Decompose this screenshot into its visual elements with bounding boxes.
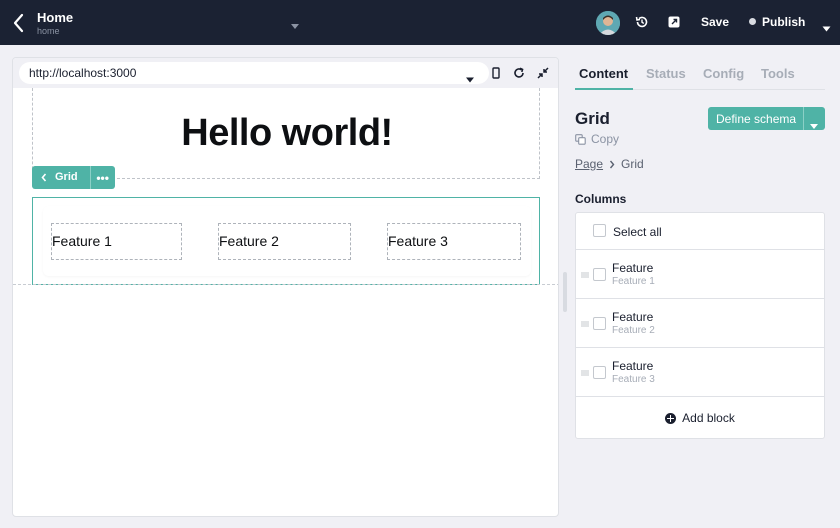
chevron-right-icon: [609, 160, 615, 168]
publish-button[interactable]: Publish: [762, 15, 805, 29]
mobile-device-icon: [492, 67, 500, 79]
feature-label: Feature 2: [219, 233, 279, 249]
panel-resize-handle[interactable]: [563, 272, 567, 312]
button-divider: [803, 107, 804, 130]
collapse-button[interactable]: [537, 66, 549, 79]
copy-icon: [575, 133, 586, 145]
chevron-left-icon: [41, 173, 47, 182]
caret-down-icon: [291, 24, 299, 29]
preview-canvas: http://localhost:3000 Hello world! Grid …: [12, 57, 559, 517]
page-slug: home: [37, 26, 60, 36]
device-toggle-button[interactable]: [492, 66, 500, 79]
add-block-label: Add block: [682, 411, 735, 425]
select-all-row[interactable]: Select all: [576, 213, 824, 250]
tab-status[interactable]: Status: [646, 66, 686, 81]
feature-item[interactable]: Feature 2: [218, 223, 351, 260]
reload-icon: [514, 67, 524, 78]
breadcrumb-page[interactable]: Page: [575, 157, 603, 171]
top-bar: Home home Save Publish: [0, 0, 840, 45]
copy-label: Copy: [591, 132, 620, 146]
caret-down-icon: [466, 77, 474, 83]
columns-label: Columns: [575, 192, 627, 206]
select-all-checkbox[interactable]: [593, 224, 606, 237]
define-schema-label: Define schema: [716, 112, 797, 126]
breadcrumb-current: Grid: [621, 157, 644, 171]
tab-content[interactable]: Content: [579, 66, 628, 81]
item-title: Feature: [612, 359, 654, 373]
item-checkbox[interactable]: [593, 317, 606, 330]
feature-item[interactable]: Feature 1: [51, 223, 182, 260]
drag-handle-icon[interactable]: [581, 370, 589, 376]
schema-menu-button[interactable]: [810, 116, 818, 129]
history-icon: [635, 16, 648, 28]
save-button[interactable]: Save: [701, 15, 729, 29]
define-schema-button[interactable]: Define schema: [708, 107, 825, 130]
avatar[interactable]: [596, 11, 620, 35]
item-checkbox[interactable]: [593, 366, 606, 379]
publish-menu-button[interactable]: [822, 19, 831, 32]
list-item[interactable]: Feature Feature 2: [576, 299, 824, 348]
collapse-icon: [537, 67, 549, 79]
preview-button[interactable]: [667, 15, 681, 29]
drop-zone-divider: [13, 284, 558, 285]
breadcrumb: Page Grid: [575, 157, 644, 171]
block-toolbar: Grid •••: [32, 166, 115, 189]
drag-handle-icon[interactable]: [581, 321, 589, 327]
grid-block[interactable]: Feature 1 Feature 2 Feature 3: [32, 197, 540, 285]
item-subtitle: Feature 2: [612, 325, 655, 336]
page-switcher-caret[interactable]: [290, 18, 300, 29]
feature-label: Feature 1: [52, 233, 112, 249]
sidebar-tabs: Content Status Config Tools: [575, 58, 825, 90]
caret-down-icon: [810, 124, 818, 129]
select-all-label: Select all: [613, 225, 662, 239]
reload-button[interactable]: [513, 66, 525, 78]
hero-heading: Hello world!: [181, 112, 393, 154]
back-button[interactable]: [10, 12, 28, 34]
more-icon: •••: [96, 170, 109, 185]
item-checkbox[interactable]: [593, 268, 606, 281]
external-link-icon: [668, 16, 680, 28]
block-actions-button[interactable]: •••: [89, 166, 115, 189]
selected-block-label: Grid: [55, 171, 78, 183]
select-parent-button[interactable]: Grid: [32, 166, 90, 189]
item-title: Feature: [612, 261, 654, 275]
active-tab-indicator: [575, 88, 633, 90]
tab-tools[interactable]: Tools: [761, 66, 795, 81]
block-title: Grid: [575, 109, 610, 128]
chevron-left-icon: [13, 13, 24, 33]
list-item[interactable]: Feature Feature 3: [576, 348, 824, 397]
list-item[interactable]: Feature Feature 1: [576, 250, 824, 299]
plus-circle-icon: [665, 412, 677, 424]
add-block-button[interactable]: Add block: [576, 398, 824, 438]
tab-config[interactable]: Config: [703, 66, 744, 81]
drag-handle-icon[interactable]: [581, 272, 589, 278]
history-button[interactable]: [635, 15, 649, 29]
address-bar: http://localhost:3000: [13, 58, 558, 88]
page-name[interactable]: Home: [37, 10, 73, 25]
feature-item[interactable]: Feature 3: [387, 223, 521, 260]
status-dot-icon: [749, 18, 756, 25]
item-subtitle: Feature 1: [612, 276, 655, 287]
user-avatar-icon: [596, 11, 620, 35]
item-title: Feature: [612, 310, 654, 324]
columns-list: Select all Feature Feature 1 Feature Fea…: [575, 212, 825, 439]
copy-button[interactable]: Copy: [575, 132, 619, 146]
item-subtitle: Feature 3: [612, 374, 655, 385]
url-field[interactable]: http://localhost:3000: [19, 62, 489, 84]
url-text: http://localhost:3000: [29, 66, 137, 80]
caret-down-icon: [822, 26, 831, 32]
feature-label: Feature 3: [388, 233, 448, 249]
url-dropdown[interactable]: [466, 70, 474, 83]
